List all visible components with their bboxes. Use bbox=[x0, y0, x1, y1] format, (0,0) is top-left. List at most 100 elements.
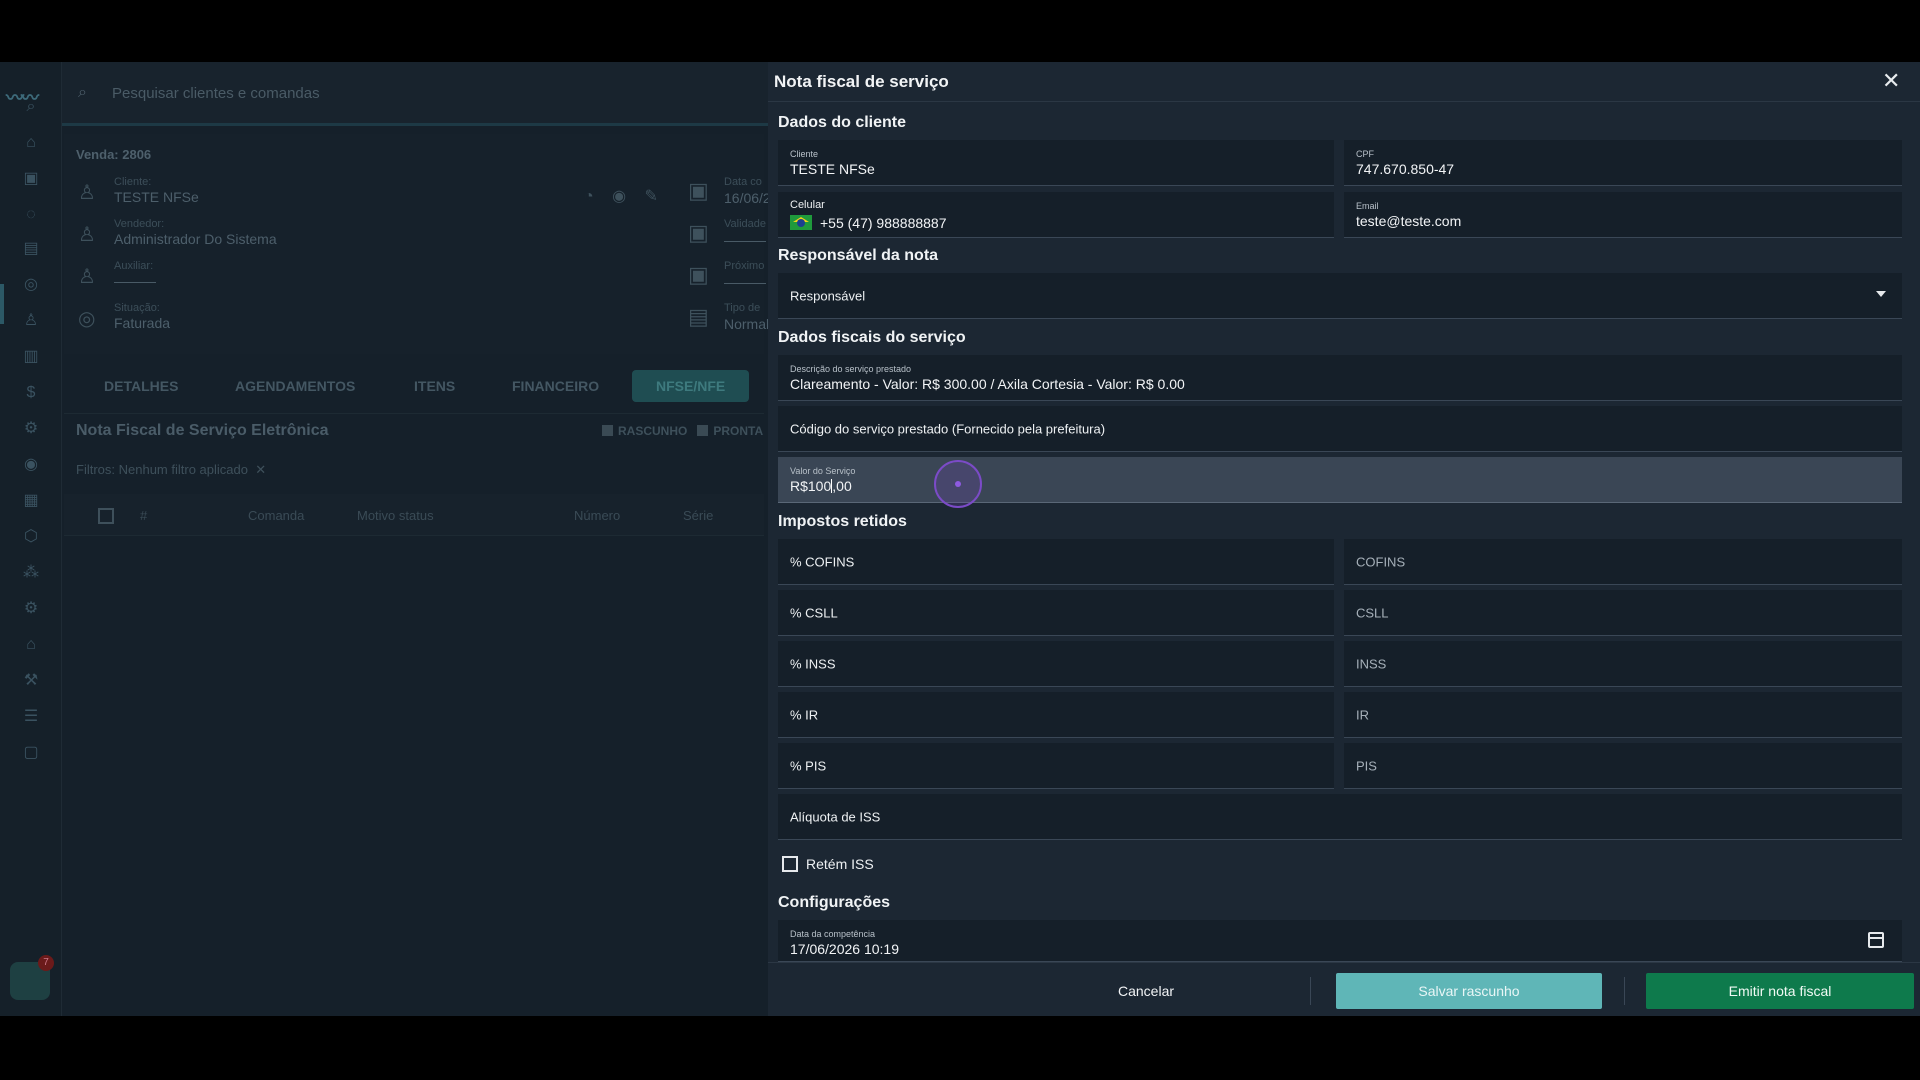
calendar-icon[interactable]: ▣ bbox=[20, 168, 42, 190]
emit-invoice-button[interactable]: Emitir nota fiscal bbox=[1646, 973, 1914, 1009]
iss-rate-placeholder: Alíquota de ISS bbox=[790, 809, 881, 824]
section-fiscal: Dados fiscais do serviço bbox=[778, 329, 966, 346]
search-input[interactable]: Pesquisar clientes e comandas bbox=[112, 85, 320, 102]
eye-icon[interactable]: ◉ bbox=[612, 188, 626, 205]
phone-value-wrap: +55 (47) 988888887 bbox=[790, 215, 947, 231]
home-icon[interactable]: ⌂ bbox=[20, 132, 42, 154]
box-icon[interactable]: ⬡ bbox=[20, 526, 42, 548]
products-icon[interactable]: ▦ bbox=[20, 490, 42, 512]
wrench-icon[interactable]: ⚒ bbox=[20, 670, 42, 692]
users-icon[interactable]: ♙ bbox=[20, 310, 42, 332]
select-all-checkbox[interactable] bbox=[98, 508, 114, 524]
server-icon[interactable]: ☰ bbox=[20, 706, 42, 728]
section-client: Dados do cliente bbox=[778, 114, 907, 131]
letterbox-top bbox=[0, 0, 1920, 62]
iss-rate-field[interactable]: Alíquota de ISS bbox=[778, 794, 1902, 840]
tab-items[interactable]: ITENS bbox=[414, 378, 455, 394]
modal-title: Nota fiscal de serviço bbox=[774, 72, 949, 91]
client-name-field[interactable]: Cliente TESTE NFSe bbox=[778, 140, 1334, 186]
network-icon[interactable]: ⁂ bbox=[20, 562, 42, 584]
document-icon[interactable]: ▢ bbox=[20, 742, 42, 764]
save-draft-button[interactable]: Salvar rascunho bbox=[1336, 973, 1602, 1009]
date-label: Data co bbox=[724, 176, 762, 188]
service-description-field[interactable]: Descrição do serviço prestado Clareament… bbox=[778, 355, 1902, 401]
email-label: Email bbox=[1356, 201, 1379, 211]
chart-icon[interactable]: ▥ bbox=[20, 346, 42, 368]
cpf-field[interactable]: CPF 747.670.850-47 bbox=[1344, 140, 1902, 186]
validity-value: ——— bbox=[724, 232, 766, 248]
status-label: Situação: bbox=[114, 302, 160, 314]
config-icon[interactable]: ⚙ bbox=[20, 598, 42, 620]
store-icon[interactable]: ⌂ bbox=[20, 634, 42, 656]
people-icon: ♙ bbox=[78, 266, 96, 288]
dollar-icon[interactable]: $ bbox=[20, 382, 42, 404]
cofins-pct-placeholder: % COFINS bbox=[790, 554, 855, 569]
next-value: ——— bbox=[724, 274, 766, 290]
inss-pct-placeholder: % INSS bbox=[790, 656, 836, 671]
cancel-button[interactable]: Cancelar bbox=[1058, 973, 1234, 1009]
ir-pct-field[interactable]: % IR bbox=[778, 692, 1334, 738]
competence-label: Data da competência bbox=[790, 929, 876, 939]
inss-pct-field[interactable]: % INSS bbox=[778, 641, 1334, 687]
calendar-icon: ▣ bbox=[688, 178, 709, 203]
sale-actions: ◔ ◉ ✎ bbox=[584, 186, 672, 206]
helper-value: ——— bbox=[114, 273, 156, 289]
close-icon[interactable]: ✕ bbox=[1882, 68, 1900, 94]
coin-icon[interactable]: ◉ bbox=[20, 454, 42, 476]
pis-field[interactable]: PIS bbox=[1344, 743, 1902, 789]
calendar-icon[interactable] bbox=[1868, 932, 1884, 948]
type-value: Normal bbox=[724, 316, 770, 332]
section-responsible: Responsável da nota bbox=[778, 247, 939, 264]
chat-badge: 7 bbox=[38, 955, 54, 971]
tab-details[interactable]: DETALHES bbox=[104, 378, 178, 394]
email-field[interactable]: Email teste@teste.com bbox=[1344, 192, 1902, 238]
lightbulb-icon[interactable]: ◌ bbox=[20, 204, 42, 226]
filters: Filtros: Nenhum filtro aplicado ✕ bbox=[76, 462, 266, 478]
brazil-flag-icon[interactable] bbox=[790, 215, 812, 230]
csll-field[interactable]: CSLL bbox=[1344, 590, 1902, 636]
calendar-check-icon: ▣ bbox=[688, 262, 709, 287]
retain-iss-checkbox[interactable] bbox=[782, 856, 798, 872]
csll-pct-field[interactable]: % CSLL bbox=[778, 590, 1334, 636]
tab-appointments[interactable]: AGENDAMENTOS bbox=[235, 378, 355, 394]
ir-placeholder: IR bbox=[1356, 707, 1369, 722]
cofins-pct-field[interactable]: % COFINS bbox=[778, 539, 1334, 585]
retain-iss-label: Retém ISS bbox=[806, 856, 874, 872]
csll-placeholder: CSLL bbox=[1356, 605, 1389, 620]
target-icon[interactable]: ◎ bbox=[20, 274, 42, 296]
pis-pct-field[interactable]: % PIS bbox=[778, 743, 1334, 789]
pencil-icon[interactable]: ✎ bbox=[645, 188, 658, 205]
modal-header: Nota fiscal de serviço ✕ bbox=[768, 62, 1920, 102]
settings-gear-icon[interactable]: ⚙ bbox=[20, 418, 42, 440]
sale-tabs: DETALHES AGENDAMENTOS ITENS FINANCEIRO N… bbox=[64, 360, 764, 414]
service-value: R$100,00 bbox=[790, 478, 852, 494]
calendar-clock-icon: ▣ bbox=[688, 220, 709, 245]
search-icon[interactable]: ⌕ bbox=[20, 96, 42, 118]
service-value-before-caret: R$100 bbox=[790, 478, 832, 494]
inss-field[interactable]: INSS bbox=[1344, 641, 1902, 687]
table-header: # Comanda Motivo status Número Série bbox=[64, 494, 764, 536]
service-code-field[interactable]: Código do serviço prestado (Fornecido pe… bbox=[778, 406, 1902, 452]
cofins-field[interactable]: COFINS bbox=[1344, 539, 1902, 585]
client-label: Cliente: bbox=[114, 176, 152, 188]
validity-label: Validade bbox=[724, 218, 766, 230]
modal-footer: Cancelar Salvar rascunho Emitir nota fis… bbox=[768, 962, 1920, 1016]
competence-date-field[interactable]: Data da competência 17/06/2026 10:19 bbox=[778, 920, 1902, 962]
money-icon: ◎ bbox=[78, 308, 96, 330]
clear-filters-icon[interactable]: ✕ bbox=[252, 462, 266, 477]
phone-value: +55 (47) 988888887 bbox=[820, 215, 947, 231]
th-series: Série bbox=[683, 508, 714, 523]
ir-field[interactable]: IR bbox=[1344, 692, 1902, 738]
tab-financial[interactable]: FINANCEIRO bbox=[512, 378, 599, 394]
sales-icon[interactable]: ▤ bbox=[20, 238, 42, 260]
cofins-placeholder: COFINS bbox=[1356, 554, 1406, 569]
filters-label: Filtros: bbox=[76, 462, 115, 477]
whatsapp-icon[interactable]: ◔ bbox=[584, 188, 594, 205]
sale-title: Venda: 2806 bbox=[76, 147, 152, 162]
responsible-select[interactable]: Responsável bbox=[778, 273, 1902, 319]
tab-nfse[interactable]: NFSE/NFE bbox=[632, 370, 750, 402]
th-number: # bbox=[140, 508, 148, 523]
type-label: Tipo de bbox=[724, 302, 761, 314]
phone-field[interactable]: Celular +55 (47) 988888887 bbox=[778, 192, 1334, 238]
cpf-value: 747.670.850-47 bbox=[1356, 161, 1455, 177]
